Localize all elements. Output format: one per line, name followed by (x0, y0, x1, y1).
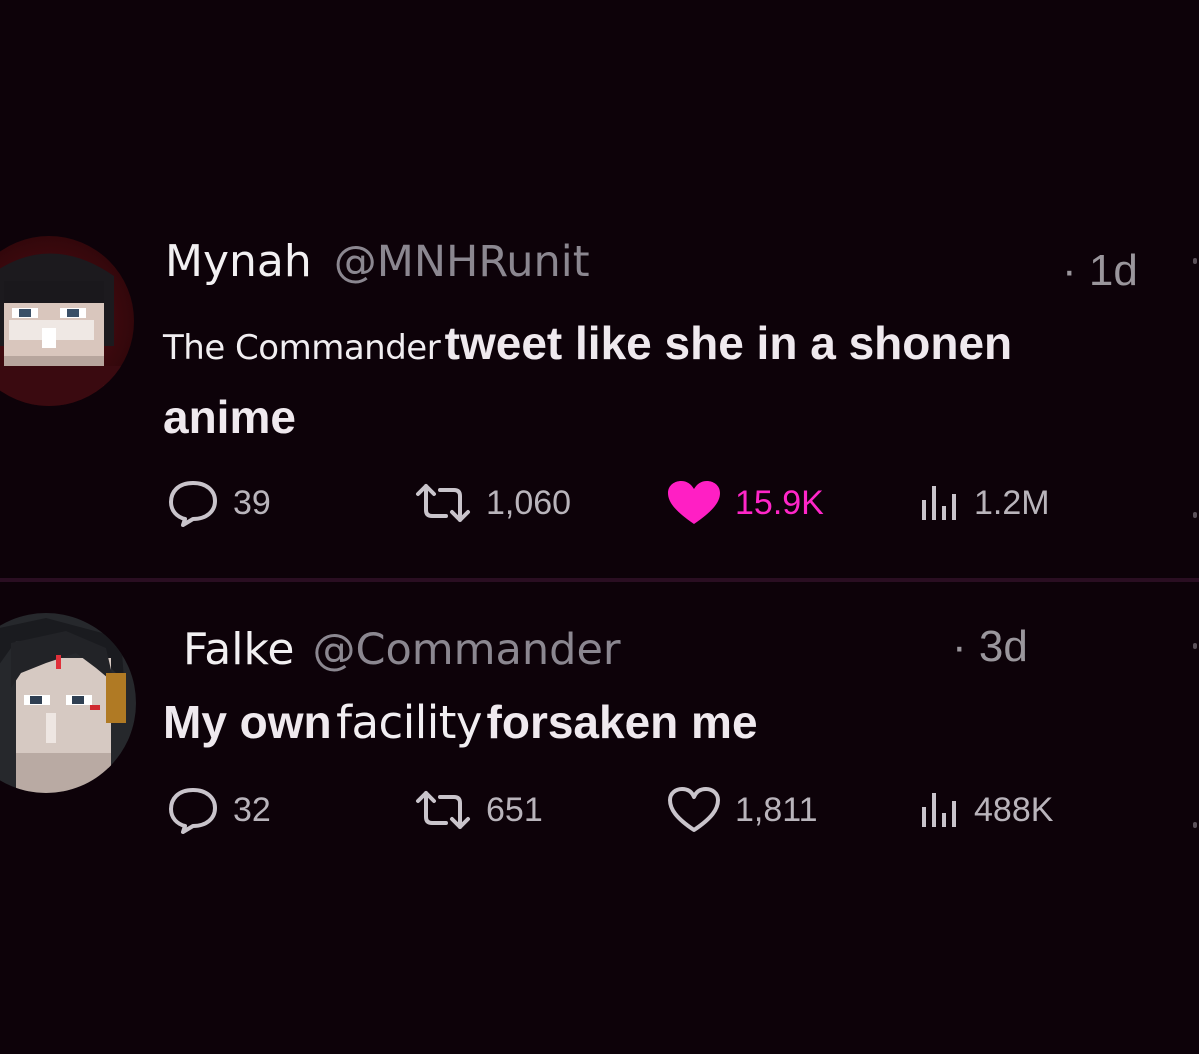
user-avatar-icon (0, 236, 134, 406)
tweet-text-segment: facility (336, 696, 483, 749)
reply-icon (165, 785, 221, 835)
reply-button[interactable]: 39 (165, 478, 271, 528)
views-button[interactable]: 1.2M (916, 478, 1050, 528)
tweet-text-line: anime (163, 390, 296, 444)
tweet-actions: 32 651 1,811 488K (0, 785, 1199, 845)
more-dot (1193, 822, 1197, 828)
tweet-text-segment: The Commander (163, 328, 441, 368)
author-handle[interactable]: @Commander (312, 625, 620, 675)
tweet-timestamp[interactable]: · 3d (952, 622, 1028, 672)
tweet-divider (0, 578, 1199, 582)
views-button[interactable]: 488K (916, 785, 1053, 835)
retweet-button[interactable]: 651 (412, 785, 543, 835)
more-dot (1193, 643, 1197, 649)
tweet-actions: 39 1,060 15.9K 1.2M (0, 478, 1199, 538)
reply-count: 39 (233, 483, 271, 522)
heart-filled-icon (665, 478, 723, 528)
retweet-button[interactable]: 1,060 (412, 478, 571, 528)
author-handle[interactable]: @MNHRunit (334, 237, 590, 287)
tweet-text-line: The Commander tweet like she in a shonen (163, 316, 1012, 370)
tweet-text-segment: tweet like she in a shonen (444, 317, 1013, 369)
retweet-count: 651 (486, 790, 543, 829)
views-count: 1.2M (974, 483, 1050, 522)
tweet[interactable]: Mynah @MNHRunit · 1d The Commander tweet… (0, 230, 1199, 578)
tweet[interactable]: Falke @Commander · 3d My own facility fo… (0, 600, 1199, 880)
retweet-count: 1,060 (486, 483, 572, 522)
tweet-feed: Mynah @MNHRunit · 1d The Commander tweet… (0, 0, 1199, 1054)
avatar[interactable] (0, 236, 134, 406)
tweet-text-segment: anime (163, 391, 296, 443)
like-button[interactable]: 15.9K (665, 478, 824, 528)
user-avatar-icon (0, 613, 136, 793)
more-dot (1193, 512, 1197, 518)
bar-chart-icon (916, 478, 962, 528)
tweet-text-segment: forsaken me (486, 696, 758, 748)
author-display-name[interactable]: Falke (183, 624, 294, 675)
author-row: Falke @Commander (183, 624, 621, 675)
tweet-text-segment: My own (163, 696, 332, 748)
reply-button[interactable]: 32 (165, 785, 271, 835)
views-count: 488K (974, 790, 1054, 829)
tweet-timestamp[interactable]: · 1d (1062, 246, 1138, 296)
retweet-icon (412, 478, 474, 528)
reply-icon (165, 478, 221, 528)
retweet-icon (412, 785, 474, 835)
bar-chart-icon (916, 785, 962, 835)
heart-outline-icon (665, 785, 723, 835)
like-button[interactable]: 1,811 (665, 785, 818, 835)
more-dot (1193, 258, 1197, 264)
like-count: 1,811 (735, 790, 818, 829)
tweet-text-line: My own facility forsaken me (163, 695, 758, 749)
author-row: Mynah @MNHRunit (165, 236, 590, 287)
avatar[interactable] (0, 613, 136, 793)
author-display-name[interactable]: Mynah (165, 236, 312, 287)
reply-count: 32 (233, 790, 271, 829)
like-count: 15.9K (735, 483, 824, 522)
